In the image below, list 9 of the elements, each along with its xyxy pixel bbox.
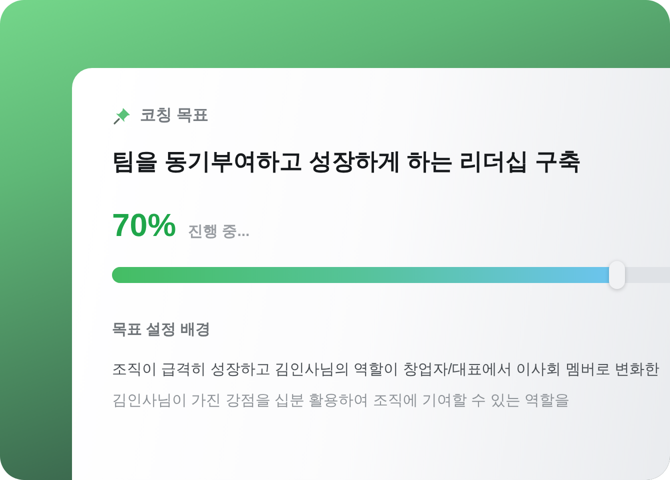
progress-percent: 70% bbox=[112, 206, 176, 244]
goal-title: 팀을 동기부여하고 성장하게 하는 리더십 구축 bbox=[112, 147, 582, 176]
section-heading: 목표 설정 배경 bbox=[112, 320, 212, 340]
progress-status: 진행 중... bbox=[188, 222, 250, 242]
pushpin-icon bbox=[112, 106, 132, 126]
section-label: 코칭 목표 bbox=[140, 106, 208, 126]
background-text: 조직이 급격히 성장하고 김인사님의 역할이 창업자/대표에서 이사회 멤버로 변화한 bbox=[112, 360, 661, 380]
background-text: 김인사님이 가진 강점을 십분 활용하여 조직에 기여할 수 있는 역할을 bbox=[112, 390, 571, 410]
slider-thumb[interactable] bbox=[608, 260, 625, 288]
